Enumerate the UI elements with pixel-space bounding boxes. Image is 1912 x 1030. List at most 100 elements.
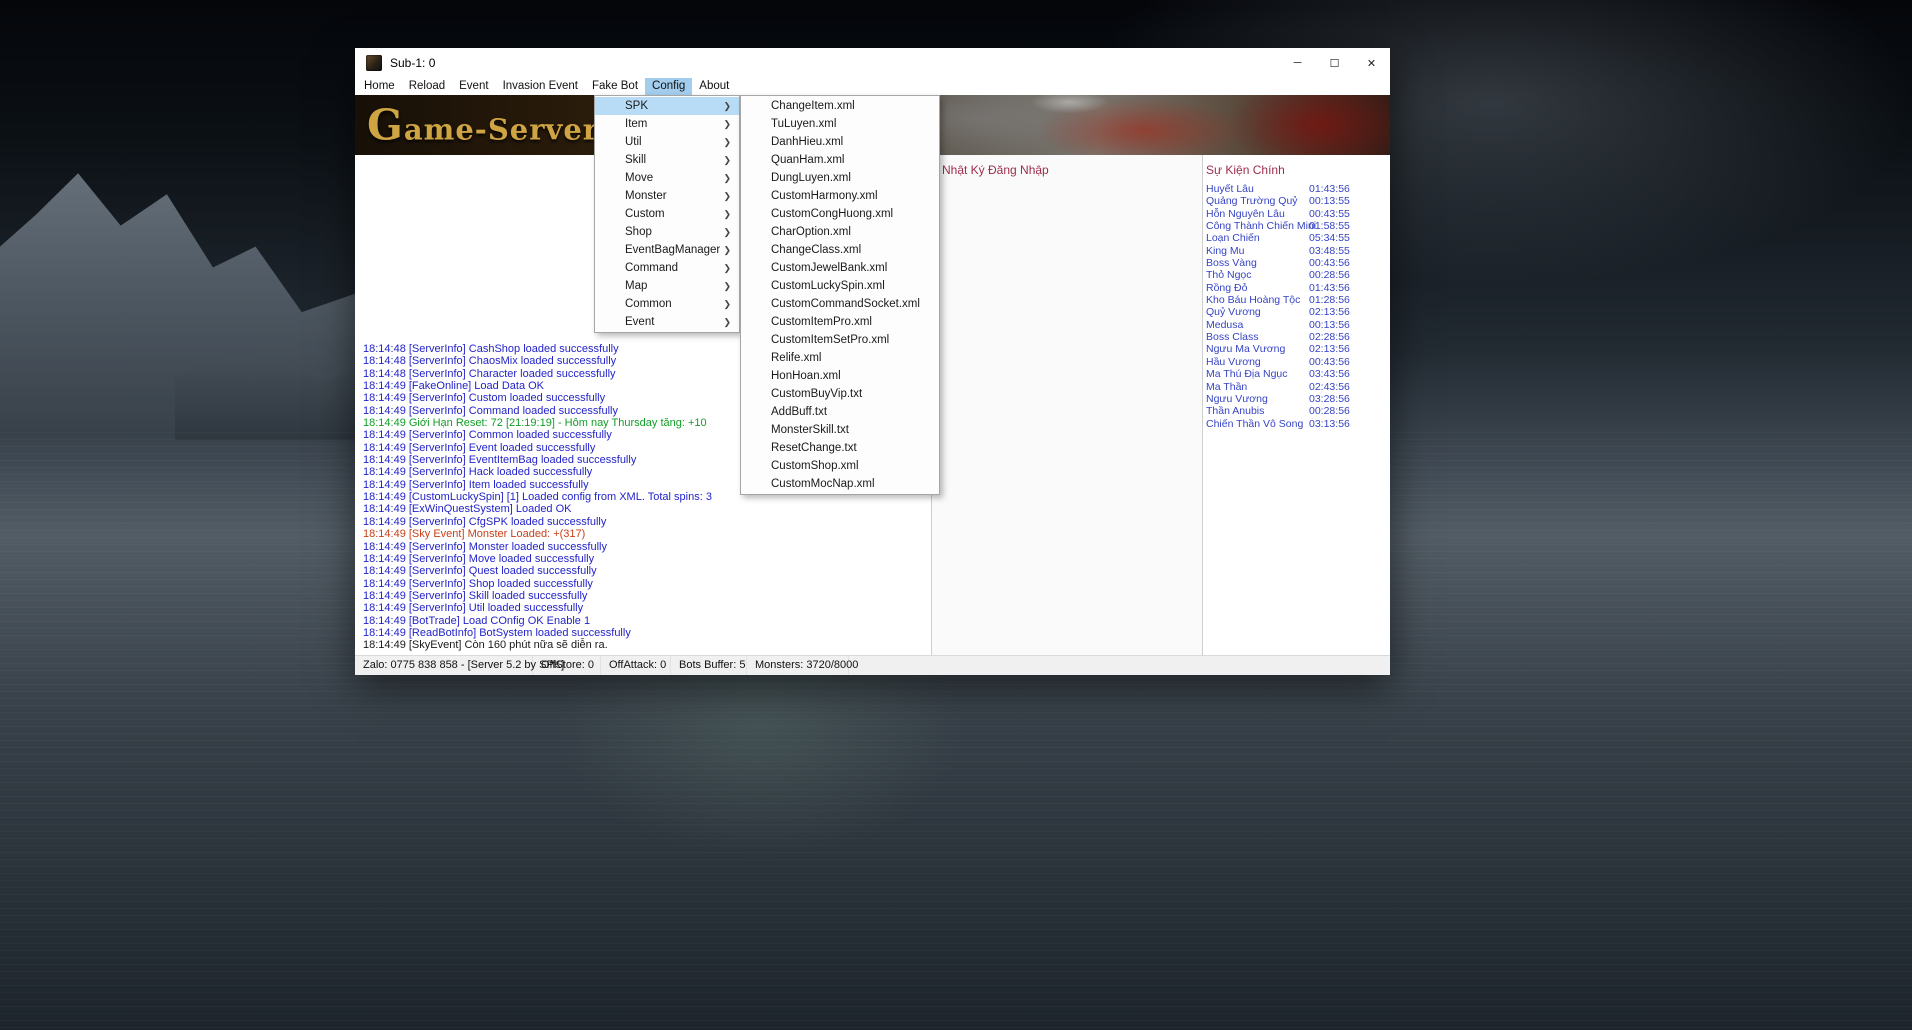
- menubar-item-fake-bot[interactable]: Fake Bot: [585, 78, 645, 95]
- submenu-arrow-icon: ❯: [723, 317, 731, 327]
- config-menu-item-event[interactable]: Event ❯: [595, 313, 739, 331]
- submenu-arrow-icon: ❯: [723, 209, 731, 219]
- menu-item-label: Monster: [625, 190, 667, 202]
- maximize-button[interactable]: ☐: [1316, 48, 1353, 78]
- config-menu-item-shop[interactable]: Shop ❯: [595, 223, 739, 241]
- event-name: Boss Vàng: [1206, 257, 1257, 270]
- menu-item-label: MonsterSkill.txt: [771, 424, 849, 436]
- spk-submenu-item-changeitem-xml[interactable]: ChangeItem.xml: [741, 97, 939, 115]
- spk-submenu-item-custombuyvip-txt[interactable]: CustomBuyVip.txt: [741, 385, 939, 403]
- config-menu-item-monster[interactable]: Monster ❯: [595, 187, 739, 205]
- spk-submenu-item-dungluyen-xml[interactable]: DungLuyen.xml: [741, 169, 939, 187]
- event-time: 02:28:56: [1309, 331, 1350, 344]
- event-row: Kho Báu Hoàng Tộc 01:28:56: [1203, 294, 1390, 306]
- event-name: Ma Thú Địa Ngục: [1206, 368, 1288, 381]
- event-row: Ngưu Ma Vương 02:13:56: [1203, 343, 1390, 355]
- spk-submenu-item-danhhieu-xml[interactable]: DanhHieu.xml: [741, 133, 939, 151]
- event-name: Ngưu Ma Vương: [1206, 343, 1286, 356]
- menubar-item-home[interactable]: Home: [357, 78, 402, 95]
- status-item-1: OffStore: 0: [533, 656, 601, 675]
- log-line: 18:14:49 [ServerInfo] CfgSPK loaded succ…: [363, 515, 607, 528]
- event-row: Ngưu Vương 03:28:56: [1203, 393, 1390, 405]
- config-menu-item-skill[interactable]: Skill ❯: [595, 151, 739, 169]
- spk-submenu-item-customitemsetpro-xml[interactable]: CustomItemSetPro.xml: [741, 331, 939, 349]
- spk-submenu-item-customjewelbank-xml[interactable]: CustomJewelBank.xml: [741, 259, 939, 277]
- submenu-arrow-icon: ❯: [723, 263, 731, 273]
- menu-item-label: AddBuff.txt: [771, 406, 828, 418]
- event-name: Rồng Đỏ: [1206, 281, 1248, 294]
- menu-item-label: Relife.xml: [771, 352, 822, 364]
- spk-submenu-item-customconghuong-xml[interactable]: CustomCongHuong.xml: [741, 205, 939, 223]
- config-menu-item-util[interactable]: Util ❯: [595, 133, 739, 151]
- menubar-item-about[interactable]: About: [692, 78, 736, 95]
- event-row: Loạn Chiến 05:34:55: [1203, 232, 1390, 244]
- submenu-arrow-icon: ❯: [723, 155, 731, 165]
- config-menu-item-eventbagmanager[interactable]: EventBagManager ❯: [595, 241, 739, 259]
- status-bar: Zalo: 0775 838 858 - [Server 5.2 by SPK]…: [355, 655, 1390, 675]
- menu-item-label: HonHoan.xml: [771, 370, 841, 382]
- submenu-arrow-icon: ❯: [723, 191, 731, 201]
- spk-submenu-item-customitempro-xml[interactable]: CustomItemPro.xml: [741, 313, 939, 331]
- event-time: 02:13:56: [1309, 306, 1350, 319]
- menu-item-label: CustomBuyVip.txt: [771, 388, 863, 400]
- login-log-panel: Nhật Ký Đăng Nhập: [931, 155, 1202, 655]
- event-row: Chiến Thần Vô Song 03:13:56: [1203, 418, 1390, 430]
- event-row: Boss Class 02:28:56: [1203, 331, 1390, 343]
- log-line: 18:14:49 [ServerInfo] Skill loaded succe…: [363, 589, 588, 602]
- spk-submenu-item-customluckyspin-xml[interactable]: CustomLuckySpin.xml: [741, 277, 939, 295]
- status-item-4: Monsters: 3720/8000: [747, 656, 858, 675]
- event-time: 01:43:56: [1309, 281, 1350, 294]
- menu-item-label: CustomMocNap.xml: [771, 478, 875, 490]
- menu-item-label: CustomCongHuong.xml: [771, 208, 894, 220]
- titlebar[interactable]: Sub-1: 0 ─ ☐ ✕: [355, 48, 1390, 78]
- login-log-list[interactable]: [932, 181, 1202, 655]
- config-menu-item-custom[interactable]: Custom ❯: [595, 205, 739, 223]
- spk-submenu-item-charoption-xml[interactable]: CharOption.xml: [741, 223, 939, 241]
- spk-submenu-item-honhoan-xml[interactable]: HonHoan.xml: [741, 367, 939, 385]
- event-time: 00:13:56: [1309, 318, 1350, 331]
- config-menu-item-item[interactable]: Item ❯: [595, 115, 739, 133]
- event-time: 02:43:56: [1309, 380, 1350, 393]
- spk-submenu-item-changeclass-xml[interactable]: ChangeClass.xml: [741, 241, 939, 259]
- event-name: Loạn Chiến: [1206, 232, 1260, 245]
- menubar: Home Reload Event Invasion Event Fake Bot Con…: [355, 78, 1390, 95]
- event-time: 01:43:56: [1309, 183, 1350, 195]
- menubar-item-invasion-event[interactable]: Invasion Event: [496, 78, 585, 95]
- event-time: 00:13:55: [1309, 195, 1350, 208]
- minimize-button[interactable]: ─: [1279, 48, 1316, 78]
- event-time: 00:43:56: [1309, 355, 1350, 368]
- spk-submenu-item-relife-xml[interactable]: Relife.xml: [741, 349, 939, 367]
- event-row: Boss Vàng 00:43:56: [1203, 257, 1390, 269]
- config-menu-item-spk[interactable]: SPK ❯: [595, 97, 739, 115]
- menubar-item-event[interactable]: Event: [452, 78, 495, 95]
- spk-submenu-item-monsterskill-txt[interactable]: MonsterSkill.txt: [741, 421, 939, 439]
- spk-submenu-item-customcommandsocket-xml[interactable]: CustomCommandSocket.xml: [741, 295, 939, 313]
- menu-item-label: TuLuyen.xml: [771, 118, 837, 130]
- menu-item-label: CustomItemPro.xml: [771, 316, 872, 328]
- submenu-arrow-icon: ❯: [723, 227, 731, 237]
- spk-submenu-item-addbuff-txt[interactable]: AddBuff.txt: [741, 403, 939, 421]
- spk-submenu-item-customshop-xml[interactable]: CustomShop.xml: [741, 457, 939, 475]
- menubar-item-reload[interactable]: Reload: [402, 78, 452, 95]
- config-menu-item-command[interactable]: Command ❯: [595, 259, 739, 277]
- event-time: 03:13:56: [1309, 417, 1350, 430]
- submenu-arrow-icon: ❯: [723, 101, 731, 111]
- menu-item-label: CharOption.xml: [771, 226, 851, 238]
- spk-submenu-item-quanham-xml[interactable]: QuanHam.xml: [741, 151, 939, 169]
- config-menu-item-common[interactable]: Common ❯: [595, 295, 739, 313]
- spk-submenu-item-customharmony-xml[interactable]: CustomHarmony.xml: [741, 187, 939, 205]
- event-row: Quỷ Vương 02:13:56: [1203, 306, 1390, 318]
- menu-item-label: Common: [625, 298, 672, 310]
- spk-submenu-item-resetchange-txt[interactable]: ResetChange.txt: [741, 439, 939, 457]
- spk-submenu-item-tuluyen-xml[interactable]: TuLuyen.xml: [741, 115, 939, 133]
- config-menu-item-move[interactable]: Move ❯: [595, 169, 739, 187]
- spk-submenu-item-custommocnap-xml[interactable]: CustomMocNap.xml: [741, 475, 939, 493]
- menu-item-label: CustomJewelBank.xml: [771, 262, 888, 274]
- close-button[interactable]: ✕: [1353, 48, 1390, 78]
- menubar-item-config[interactable]: Config: [645, 78, 693, 95]
- menu-item-label: DanhHieu.xml: [771, 136, 844, 148]
- event-time: 03:48:55: [1309, 244, 1350, 257]
- config-menu-item-map[interactable]: Map ❯: [595, 277, 739, 295]
- event-time: 02:13:56: [1309, 343, 1350, 356]
- event-row: King Mu 03:48:55: [1203, 245, 1390, 257]
